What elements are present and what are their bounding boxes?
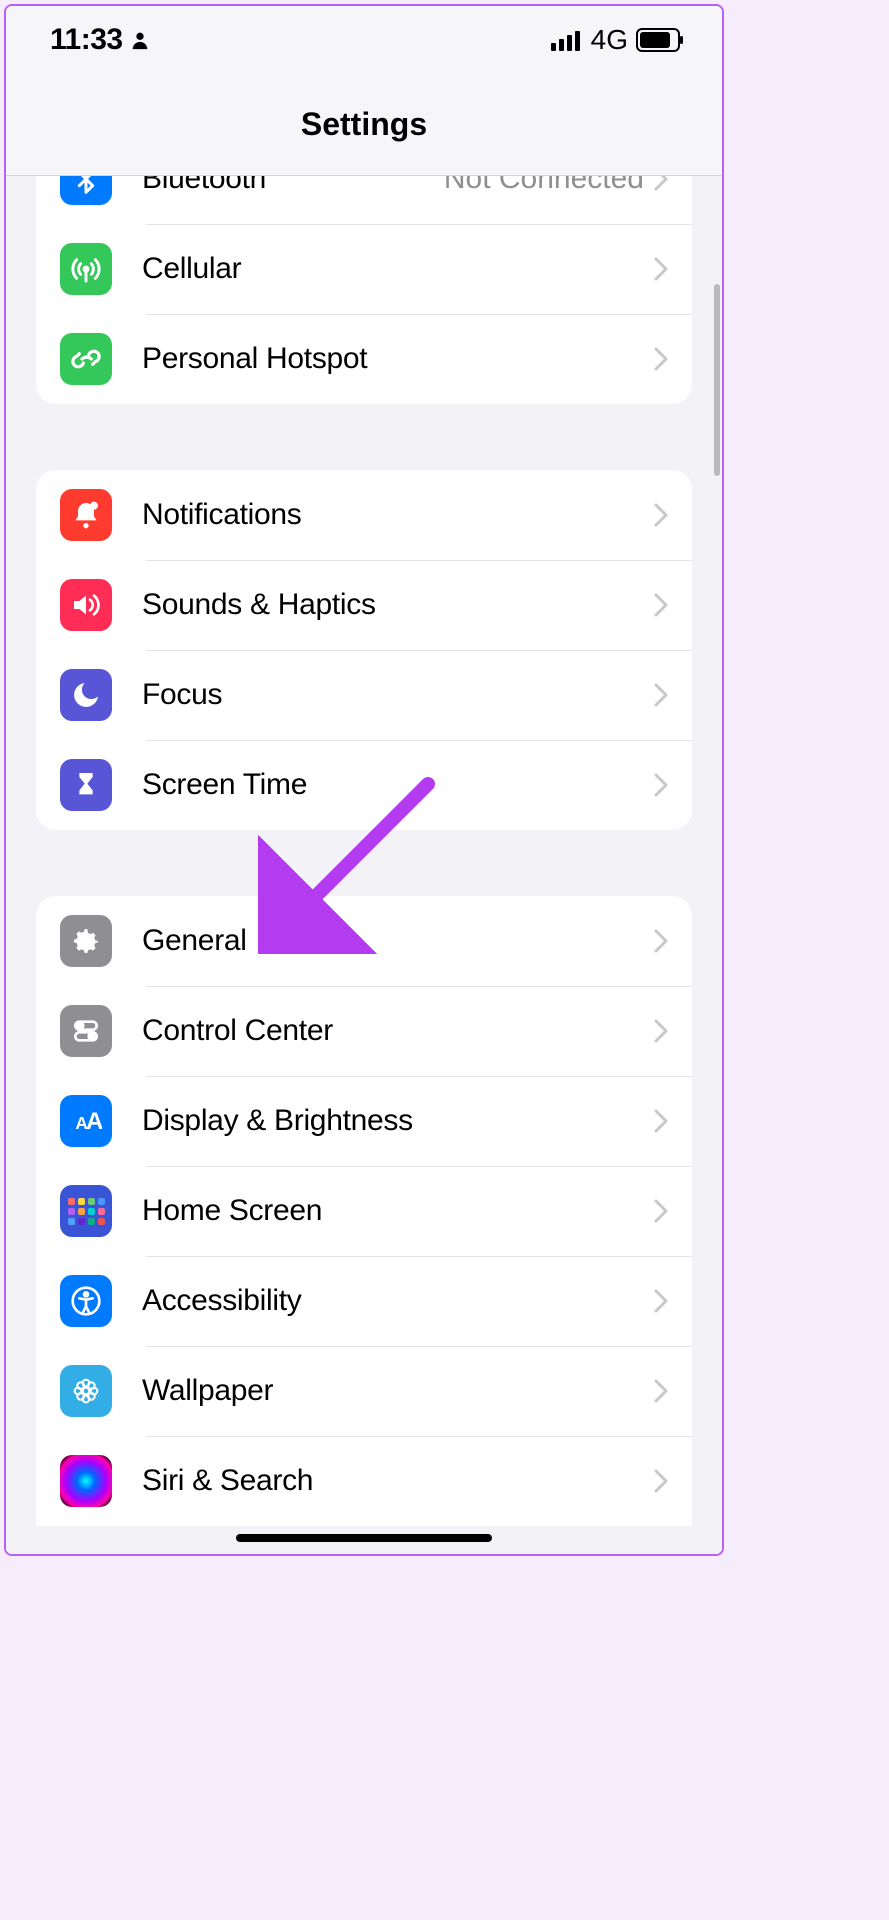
status-time: 11:33 xyxy=(50,23,123,57)
chevron-right-icon xyxy=(654,1289,668,1313)
link-icon xyxy=(60,333,112,385)
row-display[interactable]: AA Display & Brightness xyxy=(36,1076,692,1166)
hourglass-icon xyxy=(60,759,112,811)
row-label: General xyxy=(142,924,654,958)
status-bar: 11:33 4G xyxy=(6,6,722,74)
row-hotspot[interactable]: Personal Hotspot xyxy=(36,314,692,404)
chevron-right-icon xyxy=(654,1019,668,1043)
chevron-right-icon xyxy=(654,1379,668,1403)
chevron-right-icon xyxy=(654,176,668,191)
accessibility-icon xyxy=(60,1275,112,1327)
speaker-icon xyxy=(60,579,112,631)
row-label: Notifications xyxy=(142,498,654,532)
row-screentime[interactable]: Screen Time xyxy=(36,740,692,830)
chevron-right-icon xyxy=(654,1469,668,1493)
chevron-right-icon xyxy=(654,503,668,527)
row-label: Sounds & Haptics xyxy=(142,588,654,622)
row-label: Personal Hotspot xyxy=(142,342,654,376)
chevron-right-icon xyxy=(654,257,668,281)
antenna-icon xyxy=(60,243,112,295)
row-notifications[interactable]: Notifications xyxy=(36,470,692,560)
row-label: Control Center xyxy=(142,1014,654,1048)
row-homescreen[interactable]: Home Screen xyxy=(36,1166,692,1256)
settings-list[interactable]: Bluetooth Not Connected Cellular Persona… xyxy=(6,176,722,1554)
row-label: Wallpaper xyxy=(142,1374,654,1408)
chevron-right-icon xyxy=(654,929,668,953)
row-cellular[interactable]: Cellular xyxy=(36,224,692,314)
phone-frame: 11:33 4G Settings Bl xyxy=(4,4,724,1556)
gear-icon xyxy=(60,915,112,967)
row-wallpaper[interactable]: Wallpaper xyxy=(36,1346,692,1436)
row-siri[interactable]: Siri & Search xyxy=(36,1436,692,1526)
row-label: Cellular xyxy=(142,252,654,286)
row-bluetooth[interactable]: Bluetooth Not Connected xyxy=(36,176,692,224)
user-icon xyxy=(129,29,151,51)
group-alerts: Notifications Sounds & Haptics Focus xyxy=(36,470,692,830)
status-left: 11:33 xyxy=(50,23,151,57)
row-accessibility[interactable]: Accessibility xyxy=(36,1256,692,1346)
page-title: Settings xyxy=(301,106,427,143)
chevron-right-icon xyxy=(654,1199,668,1223)
row-focus[interactable]: Focus xyxy=(36,650,692,740)
network-type: 4G xyxy=(591,24,628,56)
flower-icon xyxy=(60,1365,112,1417)
row-label: Display & Brightness xyxy=(142,1104,654,1138)
row-label: Accessibility xyxy=(142,1284,654,1318)
row-label: Bluetooth xyxy=(142,176,444,196)
row-general[interactable]: General xyxy=(36,896,692,986)
row-label: Siri & Search xyxy=(142,1464,654,1498)
homegrid-icon xyxy=(60,1185,112,1237)
chevron-right-icon xyxy=(654,347,668,371)
row-controlcenter[interactable]: Control Center xyxy=(36,986,692,1076)
siri-icon xyxy=(60,1455,112,1507)
status-right: 4G xyxy=(551,24,684,56)
switches-icon xyxy=(60,1005,112,1057)
chevron-right-icon xyxy=(654,773,668,797)
bluetooth-icon xyxy=(60,176,112,205)
chevron-right-icon xyxy=(654,683,668,707)
scroll-indicator[interactable] xyxy=(714,284,720,476)
chevron-right-icon xyxy=(654,593,668,617)
signal-icon xyxy=(551,29,583,51)
moon-icon xyxy=(60,669,112,721)
svg-text:A: A xyxy=(86,1108,102,1135)
row-sounds[interactable]: Sounds & Haptics xyxy=(36,560,692,650)
home-indicator[interactable] xyxy=(236,1534,492,1542)
textsize-icon: AA xyxy=(60,1095,112,1147)
group-general: General Control Center AA Display & Brig… xyxy=(36,896,692,1526)
row-label: Home Screen xyxy=(142,1194,654,1228)
nav-header: Settings xyxy=(6,74,722,176)
row-label: Focus xyxy=(142,678,654,712)
battery-icon xyxy=(636,28,684,52)
bell-icon xyxy=(60,489,112,541)
row-label: Screen Time xyxy=(142,768,654,802)
group-connectivity: Bluetooth Not Connected Cellular Persona… xyxy=(36,176,692,404)
row-value: Not Connected xyxy=(444,176,644,196)
chevron-right-icon xyxy=(654,1109,668,1133)
